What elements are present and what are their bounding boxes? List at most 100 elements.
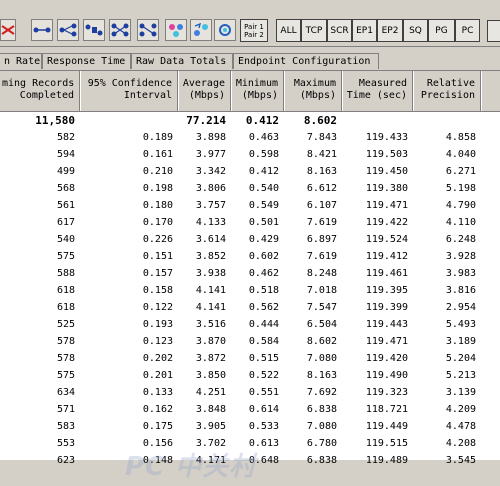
cell-measured-time: 119.443 <box>365 319 408 330</box>
cell-measured-time: 119.380 <box>365 183 408 194</box>
tab-endpoint-configuration[interactable]: Endpoint Configuration <box>233 53 379 69</box>
cross-pair-alt-icon[interactable] <box>137 19 159 41</box>
table-row[interactable]: 540 0.226 3.614 0.429 6.897 119.524 6.248 <box>0 231 500 248</box>
filter-ep2-button[interactable]: EP2 <box>377 19 403 42</box>
table-row[interactable]: 618 0.122 4.141 0.562 7.547 119.399 2.954 <box>0 299 500 316</box>
cell-maximum: 6.780 <box>306 438 337 449</box>
column-header-records[interactable]: ming Records Completed <box>0 71 80 111</box>
cell-confidence: 0.162 <box>142 404 173 415</box>
column-header-measured-time[interactable]: Measured Time (sec) <box>342 71 413 111</box>
cell-relative-precision: 5.213 <box>445 370 476 381</box>
cell-average: 3.905 <box>195 421 226 432</box>
filter-pg-button[interactable]: PG <box>428 19 455 42</box>
cell-minimum: 0.462 <box>248 268 279 279</box>
toolbar-overflow[interactable] <box>487 20 500 42</box>
cell-confidence: 0.193 <box>142 319 173 330</box>
endpoint-color-icon[interactable] <box>165 19 187 41</box>
cell-records: 568 <box>56 183 75 194</box>
filter-pc-button[interactable]: PC <box>455 19 480 42</box>
cell-relative-precision: 6.248 <box>445 234 476 245</box>
cell-confidence: 0.157 <box>142 268 173 279</box>
table-row[interactable]: 553 0.156 3.702 0.613 6.780 119.515 4.208 <box>0 435 500 452</box>
cell-confidence: 0.202 <box>142 353 173 364</box>
table-row[interactable]: 594 0.161 3.977 0.598 8.421 119.503 4.040 <box>0 146 500 163</box>
column-header-minimum[interactable]: Minimum (Mbps) <box>231 71 284 111</box>
cell-average: 3.848 <box>195 404 226 415</box>
pair-fanout-icon[interactable] <box>57 19 79 41</box>
filter-sq-button[interactable]: SQ <box>403 19 428 42</box>
table-row[interactable]: 575 0.201 3.850 0.522 8.163 119.490 5.213 <box>0 367 500 384</box>
cell-measured-time: 119.489 <box>365 455 408 466</box>
column-header-average[interactable]: Average (Mbps) <box>178 71 231 111</box>
table-row[interactable]: 634 0.133 4.251 0.551 7.692 119.323 3.139 <box>0 384 500 401</box>
cell-records: 618 <box>56 302 75 313</box>
cell-maximum: 6.107 <box>306 200 337 211</box>
disconnect-icon[interactable] <box>0 19 16 41</box>
table-row[interactable]: 578 0.123 3.870 0.584 8.602 119.471 3.189 <box>0 333 500 350</box>
tab-response-time[interactable]: Response Time <box>42 53 131 69</box>
table-row[interactable]: 499 0.210 3.342 0.412 8.163 119.450 6.271 <box>0 163 500 180</box>
cell-records: 575 <box>56 370 75 381</box>
table-row[interactable]: 623 0.148 4.171 0.648 6.838 119.489 3.545 <box>0 452 500 469</box>
pair-icon[interactable] <box>31 19 53 41</box>
cell-relative-precision: 4.209 <box>445 404 476 415</box>
column-header-confidence[interactable]: 95% Confidence Interval <box>80 71 178 111</box>
table-row[interactable]: 568 0.198 3.806 0.540 6.612 119.380 5.198 <box>0 180 500 197</box>
cell-minimum: 0.598 <box>248 149 279 160</box>
column-header-blank <box>481 71 500 111</box>
cell-relative-precision: 3.983 <box>445 268 476 279</box>
pair-toggle-button[interactable]: Pair 1 Pair 2 <box>240 19 268 42</box>
table-row[interactable]: 525 0.193 3.516 0.444 6.504 119.443 5.493 <box>0 316 500 333</box>
cell-minimum: 0.518 <box>248 285 279 296</box>
cell-minimum: 0.522 <box>248 370 279 381</box>
totals-row[interactable]: 11,580 77.214 0.412 8.602 <box>0 112 500 129</box>
cell-maximum: 6.838 <box>306 455 337 466</box>
tab-raw-data-totals[interactable]: Raw Data Totals <box>131 53 233 69</box>
cell-confidence: 0.158 <box>142 285 173 296</box>
pair-filter-icon[interactable] <box>83 19 105 41</box>
cell-records: 11,580 <box>35 114 75 127</box>
column-header-maximum[interactable]: Maximum (Mbps) <box>284 71 342 111</box>
cell-maximum: 7.080 <box>306 353 337 364</box>
cell-relative-precision: 3.545 <box>445 455 476 466</box>
table-row[interactable]: 578 0.202 3.872 0.515 7.080 119.420 5.204 <box>0 350 500 367</box>
filter-all-button[interactable]: ALL <box>276 19 301 42</box>
cell-records: 618 <box>56 285 75 296</box>
column-header-relative-precision[interactable]: Relative Precision <box>413 71 481 111</box>
filter-scr-button[interactable]: SCR <box>327 19 352 42</box>
cell-confidence: 0.226 <box>142 234 173 245</box>
cell-average: 3.850 <box>195 370 226 381</box>
filter-tcp-button[interactable]: TCP <box>301 19 327 42</box>
cell-average: 4.171 <box>195 455 226 466</box>
cell-relative-precision: 4.208 <box>445 438 476 449</box>
filter-ep1-button[interactable]: EP1 <box>352 19 377 42</box>
table-row[interactable]: 588 0.157 3.938 0.462 8.248 119.461 3.983 <box>0 265 500 282</box>
cell-relative-precision: 5.493 <box>445 319 476 330</box>
cell-confidence: 0.148 <box>142 455 173 466</box>
cell-minimum: 0.515 <box>248 353 279 364</box>
table-row[interactable]: 571 0.162 3.848 0.614 6.838 118.721 4.209 <box>0 401 500 418</box>
tab-throughput-rate[interactable]: n Rate <box>0 53 42 69</box>
cell-minimum: 0.501 <box>248 217 279 228</box>
table-row[interactable]: 582 0.189 3.898 0.463 7.843 119.433 4.858 <box>0 129 500 146</box>
table-row[interactable]: 617 0.170 4.133 0.501 7.619 119.422 4.110 <box>0 214 500 231</box>
cell-confidence: 0.180 <box>142 200 173 211</box>
cell-measured-time: 119.412 <box>365 251 408 262</box>
refresh-icon[interactable] <box>190 19 212 41</box>
cell-relative-precision: 4.790 <box>445 200 476 211</box>
cell-minimum: 0.429 <box>248 234 279 245</box>
cell-measured-time: 119.450 <box>365 166 408 177</box>
table-row[interactable]: 561 0.180 3.757 0.549 6.107 119.471 4.790 <box>0 197 500 214</box>
results-grid: ming Records Completed 95% Confidence In… <box>0 70 500 482</box>
cell-records: 578 <box>56 336 75 347</box>
sync-icon[interactable] <box>214 19 236 41</box>
cell-average: 3.898 <box>195 132 226 143</box>
table-row[interactable]: 583 0.175 3.905 0.533 7.080 119.449 4.478 <box>0 418 500 435</box>
cross-pair-icon[interactable] <box>109 19 131 41</box>
table-row[interactable]: 618 0.158 4.141 0.518 7.018 119.395 3.816 <box>0 282 500 299</box>
cell-relative-precision: 4.110 <box>445 217 476 228</box>
cell-confidence: 0.201 <box>142 370 173 381</box>
cell-maximum: 7.018 <box>306 285 337 296</box>
table-row[interactable]: 575 0.151 3.852 0.602 7.619 119.412 3.928 <box>0 248 500 265</box>
cell-minimum: 0.412 <box>245 114 279 127</box>
